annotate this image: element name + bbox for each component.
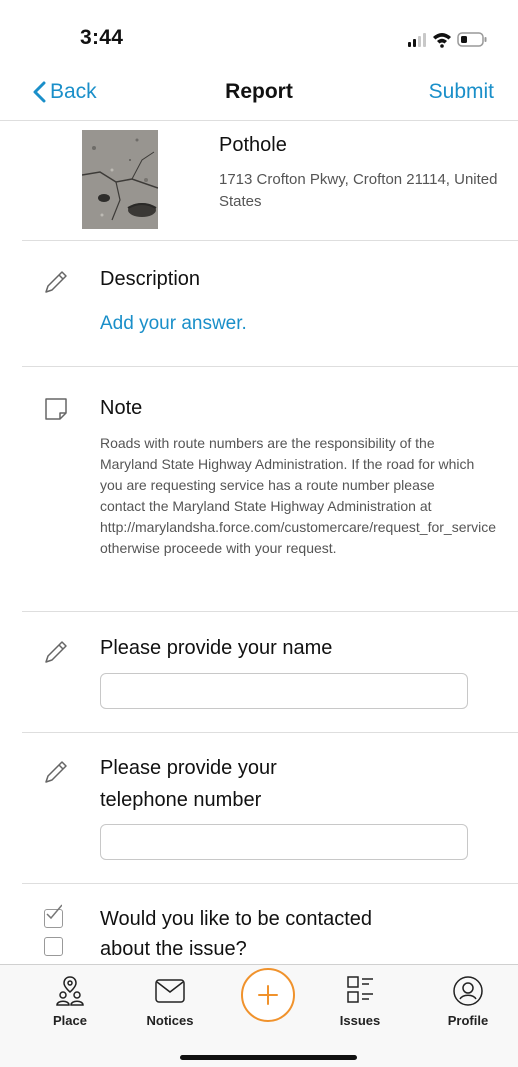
tab-notices[interactable]: Notices xyxy=(130,965,210,1028)
phone-label-line2: telephone number xyxy=(100,789,262,811)
tab-label-place: Place xyxy=(53,1013,87,1028)
report-address: 1713 Crofton Pkwy, Crofton 21114, United… xyxy=(219,171,498,210)
place-icon xyxy=(54,975,86,1007)
note-icon xyxy=(42,395,70,423)
submit-button[interactable]: Submit xyxy=(429,80,494,104)
contact-question-line2: about the issue? xyxy=(100,938,247,960)
section-divider xyxy=(22,240,518,241)
description-title: Description xyxy=(100,268,201,290)
status-icons xyxy=(408,30,488,48)
chevron-left-icon xyxy=(33,81,46,103)
issues-list-icon xyxy=(344,975,376,1007)
note-text: Roads with route numbers are the respons… xyxy=(100,435,497,556)
tab-place[interactable]: Place xyxy=(30,965,110,1028)
section-divider xyxy=(22,732,518,733)
tab-label-issues: Issues xyxy=(339,1013,381,1028)
tab-profile[interactable]: Profile xyxy=(428,965,508,1028)
report-type: Pothole xyxy=(219,134,287,156)
section-divider xyxy=(22,611,518,612)
pencil-icon xyxy=(42,758,70,786)
profile-icon xyxy=(452,975,484,1007)
tab-issues[interactable]: Issues xyxy=(320,965,400,1028)
nav-divider xyxy=(0,120,518,121)
name-input[interactable] xyxy=(100,673,468,709)
tab-label-notices: Notices xyxy=(146,1013,194,1028)
add-answer-link[interactable]: Add your answer. xyxy=(100,313,247,335)
name-label: Please provide your name xyxy=(100,637,333,659)
tab-bar: Place Notices Issues Profile xyxy=(0,964,518,1067)
status-time: 3:44 xyxy=(80,26,124,49)
envelope-icon xyxy=(154,975,186,1007)
add-report-button[interactable] xyxy=(241,968,295,1022)
signal-wifi-battery-icon xyxy=(408,32,487,48)
contact-yes-checkbox[interactable] xyxy=(44,904,63,928)
section-divider xyxy=(22,366,518,367)
back-button[interactable]: Back xyxy=(32,80,97,104)
note-title: Note xyxy=(100,397,143,419)
home-indicator[interactable] xyxy=(180,1055,357,1060)
pencil-icon xyxy=(42,638,70,666)
contact-question-line1: Would you like to be contacted xyxy=(100,908,373,930)
report-photo[interactable] xyxy=(82,130,158,229)
contact-no-checkbox[interactable] xyxy=(44,937,63,956)
back-label: Back xyxy=(50,80,97,103)
tab-label-profile: Profile xyxy=(447,1013,489,1028)
phone-label-line1: Please provide your xyxy=(100,757,277,779)
phone-input[interactable] xyxy=(100,824,468,860)
section-divider xyxy=(22,883,518,884)
pothole-photo-thumbnail xyxy=(82,130,158,229)
pencil-icon xyxy=(42,268,70,296)
plus-icon xyxy=(258,985,278,1005)
checkmark-icon xyxy=(46,904,62,920)
